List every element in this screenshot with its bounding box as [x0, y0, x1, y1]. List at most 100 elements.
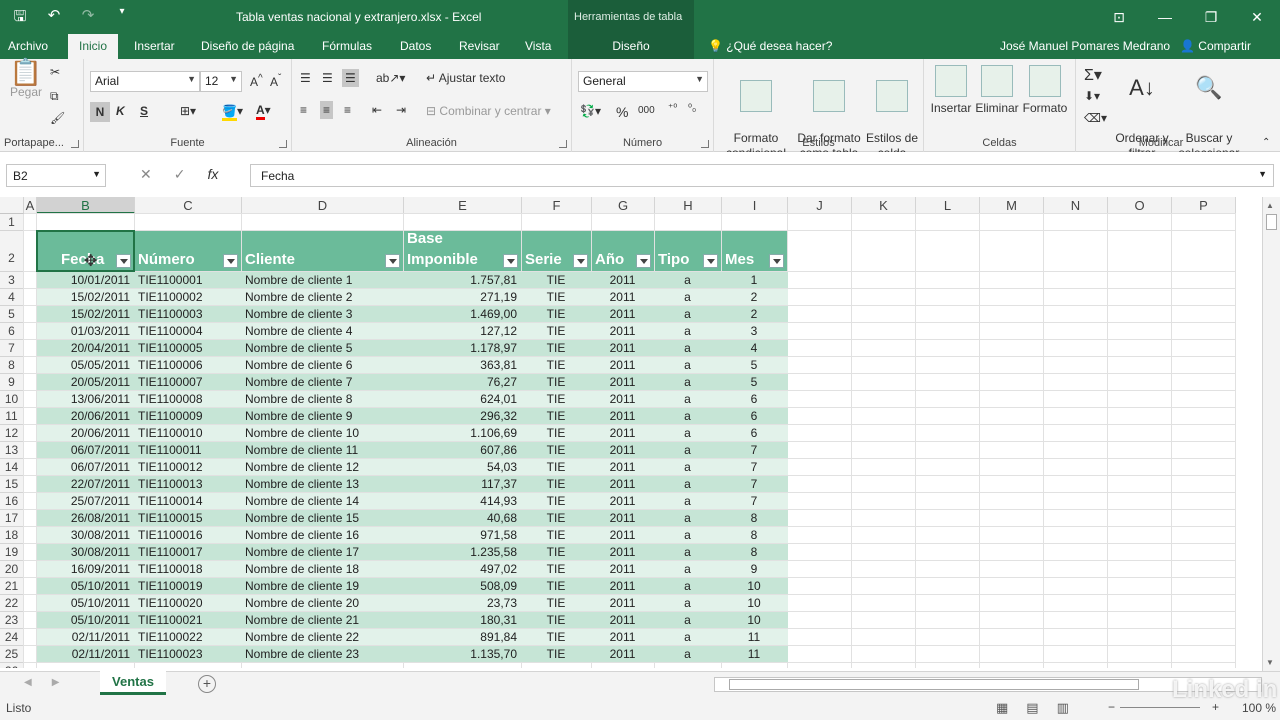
table-cell[interactable]: 6: [725, 426, 783, 441]
table-cell[interactable]: 2011: [595, 392, 650, 407]
table-cell[interactable]: 414,93: [407, 494, 517, 509]
table-cell[interactable]: 05/10/2011: [40, 596, 130, 611]
table-cell[interactable]: TIE1100005: [138, 341, 237, 356]
filter-dropdown-icon[interactable]: [223, 254, 238, 268]
table-cell[interactable]: 76,27: [407, 375, 517, 390]
table-cell[interactable]: 20/06/2011: [40, 426, 130, 441]
table-cell[interactable]: 06/07/2011: [40, 460, 130, 475]
page-break-icon[interactable]: ▥: [1057, 700, 1069, 716]
close-icon[interactable]: ✕: [1234, 0, 1280, 34]
table-cell[interactable]: 2011: [595, 579, 650, 594]
table-cell[interactable]: a: [658, 307, 717, 322]
table-cell[interactable]: 10: [725, 579, 783, 594]
table-cell[interactable]: Nombre de cliente 14: [245, 494, 399, 509]
table-cell[interactable]: TIE: [525, 630, 587, 645]
table-cell[interactable]: a: [658, 511, 717, 526]
table-cell[interactable]: Nombre de cliente 20: [245, 596, 399, 611]
table-cell[interactable]: TIE: [525, 392, 587, 407]
table-cell[interactable]: Nombre de cliente 15: [245, 511, 399, 526]
column-header-o[interactable]: O: [1108, 197, 1172, 214]
column-header-k[interactable]: K: [852, 197, 916, 214]
table-cell[interactable]: Nombre de cliente 5: [245, 341, 399, 356]
table-cell[interactable]: 9: [725, 562, 783, 577]
alignment-launcher-icon[interactable]: [559, 140, 567, 148]
table-cell[interactable]: TIE: [525, 443, 587, 458]
table-cell[interactable]: Nombre de cliente 7: [245, 375, 399, 390]
copy-icon[interactable]: ⧉: [50, 89, 59, 104]
format-button[interactable]: Formato: [1022, 65, 1068, 116]
select-all-corner[interactable]: [0, 197, 24, 214]
minimize-icon[interactable]: —: [1142, 0, 1188, 34]
table-header-cell[interactable]: Cliente: [242, 231, 403, 271]
row-header-9[interactable]: 9: [0, 374, 24, 391]
table-cell[interactable]: 23,73: [407, 596, 517, 611]
table-cell[interactable]: 1.469,00: [407, 307, 517, 322]
table-cell[interactable]: 508,09: [407, 579, 517, 594]
table-cell[interactable]: 2011: [595, 324, 650, 339]
underline-button[interactable]: S: [140, 104, 148, 118]
row-header-17[interactable]: 17: [0, 510, 24, 527]
row-header-24[interactable]: 24: [0, 629, 24, 646]
align-left-icon[interactable]: ≡: [300, 103, 307, 117]
table-cell[interactable]: a: [658, 562, 717, 577]
table-cell[interactable]: 1.757,81: [407, 273, 517, 288]
table-cell[interactable]: TIE1100017: [138, 545, 237, 560]
table-cell[interactable]: 10: [725, 613, 783, 628]
row-header-10[interactable]: 10: [0, 391, 24, 408]
table-cell[interactable]: 20/06/2011: [40, 409, 130, 424]
row-header-5[interactable]: 5: [0, 306, 24, 323]
row-header-8[interactable]: 8: [0, 357, 24, 374]
page-layout-icon[interactable]: ▤: [1026, 700, 1038, 716]
table-cell[interactable]: 02/11/2011: [40, 630, 130, 645]
column-header-i[interactable]: I: [722, 197, 788, 214]
table-cell[interactable]: a: [658, 290, 717, 305]
format-painter-icon[interactable]: 🖌: [50, 111, 65, 125]
table-cell[interactable]: a: [658, 324, 717, 339]
table-cell[interactable]: 2011: [595, 528, 650, 543]
table-cell[interactable]: TIE: [525, 341, 587, 356]
table-cell[interactable]: 2011: [595, 443, 650, 458]
table-cell[interactable]: 11: [725, 647, 783, 662]
table-cell[interactable]: a: [658, 613, 717, 628]
column-header-b[interactable]: B: [37, 197, 135, 214]
borders-icon[interactable]: ⊞▾: [180, 104, 196, 118]
table-cell[interactable]: TIE: [525, 647, 587, 662]
table-cell[interactable]: a: [658, 426, 717, 441]
table-cell[interactable]: TIE: [525, 494, 587, 509]
table-cell[interactable]: 3: [725, 324, 783, 339]
table-header-cell[interactable]: Mes: [722, 231, 787, 271]
table-cell[interactable]: 1.106,69: [407, 426, 517, 441]
tab-formulas[interactable]: Fórmulas: [314, 34, 380, 59]
tab-diseno[interactable]: Diseño: [568, 34, 694, 59]
table-cell[interactable]: Nombre de cliente 11: [245, 443, 399, 458]
table-cell[interactable]: TIE: [525, 273, 587, 288]
table-cell[interactable]: TIE: [525, 324, 587, 339]
table-cell[interactable]: TIE1100006: [138, 358, 237, 373]
wrap-text-button[interactable]: ↵ Ajustar texto: [426, 71, 505, 85]
row-header-22[interactable]: 22: [0, 595, 24, 612]
table-header-cell[interactable]: Número: [135, 231, 241, 271]
column-header-h[interactable]: H: [655, 197, 722, 214]
table-cell[interactable]: TIE1100019: [138, 579, 237, 594]
table-cell[interactable]: TIE1100004: [138, 324, 237, 339]
table-cell[interactable]: TIE1100013: [138, 477, 237, 492]
table-cell[interactable]: TIE: [525, 426, 587, 441]
table-cell[interactable]: 15/02/2011: [40, 307, 130, 322]
decrease-decimal-icon[interactable]: ⁰₀: [688, 103, 696, 114]
table-cell[interactable]: 271,19: [407, 290, 517, 305]
table-cell[interactable]: TIE1100023: [138, 647, 237, 662]
save-icon[interactable]: 🖫: [10, 6, 30, 31]
table-cell[interactable]: 30/08/2011: [40, 528, 130, 543]
table-cell[interactable]: 7: [725, 494, 783, 509]
column-header-c[interactable]: C: [135, 197, 242, 214]
table-cell[interactable]: TIE1100003: [138, 307, 237, 322]
row-header-3[interactable]: 3: [0, 272, 24, 289]
table-cell[interactable]: Nombre de cliente 16: [245, 528, 399, 543]
table-cell[interactable]: a: [658, 409, 717, 424]
name-box[interactable]: B2 ▼: [6, 164, 106, 187]
table-cell[interactable]: 624,01: [407, 392, 517, 407]
delete-button[interactable]: Eliminar: [974, 65, 1020, 116]
table-cell[interactable]: 30/08/2011: [40, 545, 130, 560]
fill-color-icon[interactable]: 🪣▾: [222, 104, 243, 121]
table-cell[interactable]: 296,32: [407, 409, 517, 424]
